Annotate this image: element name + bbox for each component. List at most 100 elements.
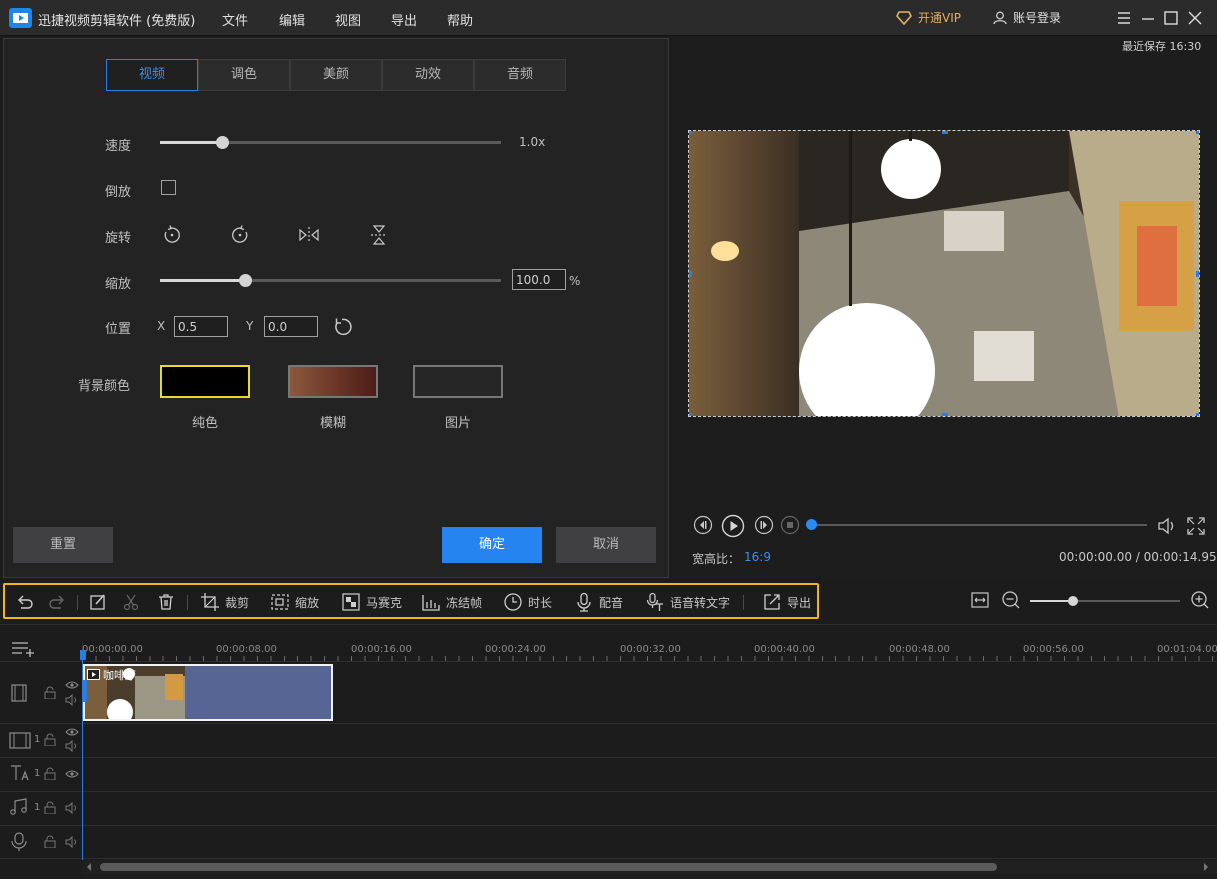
menu-export[interactable]: 导出 xyxy=(391,10,417,29)
video-clip[interactable]: 咖啡厅 xyxy=(83,664,333,721)
crop-button[interactable]: 裁剪 xyxy=(200,592,249,612)
play-icon[interactable] xyxy=(721,514,745,538)
resize-handle[interactable] xyxy=(942,131,948,134)
resize-handle[interactable] xyxy=(689,271,692,277)
undo-icon[interactable] xyxy=(14,592,34,612)
y-label: Y xyxy=(246,319,254,333)
bg-image-option[interactable] xyxy=(413,365,503,398)
tab-audio[interactable]: 音频 xyxy=(474,59,566,91)
add-track-icon[interactable] xyxy=(11,640,35,658)
scroll-right-icon[interactable] xyxy=(1204,863,1208,871)
lock-icon[interactable] xyxy=(44,686,56,699)
main-menu-icon[interactable] xyxy=(1114,8,1134,28)
timeline-zoom-slider[interactable] xyxy=(1030,594,1180,608)
flip-horizontal-icon[interactable] xyxy=(298,224,320,246)
clock-icon xyxy=(504,593,522,611)
tab-beauty[interactable]: 美颜 xyxy=(290,59,382,91)
tab-color[interactable]: 调色 xyxy=(198,59,290,91)
flip-vertical-icon[interactable] xyxy=(368,224,390,246)
delete-icon[interactable] xyxy=(156,592,176,612)
user-icon xyxy=(993,11,1007,24)
speaker-icon[interactable] xyxy=(65,802,79,814)
bg-solid-option[interactable] xyxy=(160,365,250,398)
volume-icon[interactable] xyxy=(1157,516,1179,536)
track-number: 1 xyxy=(34,768,41,779)
speaker-icon[interactable] xyxy=(65,694,79,706)
microphone-icon xyxy=(577,592,591,612)
video-frame[interactable] xyxy=(688,130,1200,417)
zoom-in-icon[interactable] xyxy=(1190,590,1210,610)
login-button[interactable]: 账号登录 xyxy=(993,9,1061,26)
zoom-slider-fill xyxy=(160,279,245,282)
eye-icon[interactable] xyxy=(65,727,79,737)
scroll-left-icon[interactable] xyxy=(87,863,91,871)
position-x-input[interactable] xyxy=(174,316,228,337)
playback-progress[interactable] xyxy=(806,518,1147,532)
vip-button[interactable]: 开通VIP xyxy=(896,9,961,26)
close-icon[interactable] xyxy=(1185,8,1205,28)
duration-button[interactable]: 时长 xyxy=(503,592,552,612)
cancel-button[interactable]: 取消 xyxy=(556,527,656,563)
app-title: 迅捷视频剪辑软件 (免费版) xyxy=(38,14,196,29)
timeline-tick: 00:00:56.00 xyxy=(1023,644,1084,655)
reverse-label: 倒放 xyxy=(105,185,132,200)
freeze-frame-icon xyxy=(422,595,440,611)
zoom-slider-knob[interactable] xyxy=(239,274,252,287)
resize-handle[interactable] xyxy=(689,131,692,134)
zoom-input[interactable] xyxy=(512,269,566,290)
rotate-right-icon[interactable] xyxy=(229,224,251,246)
prev-frame-icon[interactable] xyxy=(693,515,713,535)
menu-view[interactable]: 视图 xyxy=(335,10,361,29)
zoom-slider[interactable] xyxy=(160,272,501,288)
position-y-input[interactable] xyxy=(264,316,318,337)
freeze-frame-label: 冻结帧 xyxy=(446,595,483,610)
aspect-ratio-value[interactable]: 16:9 xyxy=(744,550,771,564)
eye-icon[interactable] xyxy=(65,680,79,690)
lock-icon[interactable] xyxy=(44,801,56,814)
dub-button[interactable]: 配音 xyxy=(574,592,623,612)
tab-video[interactable]: 视频 xyxy=(106,59,198,91)
freeze-frame-button[interactable]: 冻结帧 xyxy=(421,592,482,612)
scrollbar-thumb[interactable] xyxy=(100,863,997,871)
music-track xyxy=(0,791,1217,825)
reset-position-icon[interactable] xyxy=(332,316,354,338)
speed-slider[interactable] xyxy=(160,134,501,150)
playhead-marker[interactable] xyxy=(80,650,86,660)
timeline-tick: 00:00:08.00 xyxy=(216,644,277,655)
export-button[interactable]: 导出 xyxy=(762,592,811,612)
reverse-checkbox[interactable] xyxy=(161,180,176,195)
zoom-button[interactable]: 缩放 xyxy=(270,592,319,612)
playhead-knob[interactable] xyxy=(806,519,817,530)
timeline-zoom-knob[interactable] xyxy=(1068,596,1078,606)
menu-file[interactable]: 文件 xyxy=(222,10,248,29)
x-label: X xyxy=(157,319,166,333)
lock-icon[interactable] xyxy=(44,835,56,848)
eye-icon[interactable] xyxy=(65,769,79,779)
speaker-icon[interactable] xyxy=(65,740,79,752)
lock-icon[interactable] xyxy=(44,767,56,780)
fit-timeline-icon[interactable] xyxy=(970,590,990,610)
ok-button[interactable]: 确定 xyxy=(442,527,542,563)
stop-icon[interactable] xyxy=(780,515,800,535)
tab-motion[interactable]: 动效 xyxy=(382,59,474,91)
speech-to-text-button[interactable]: 语音转文字 xyxy=(645,592,730,612)
lock-icon[interactable] xyxy=(44,733,56,746)
zoom-out-icon[interactable] xyxy=(1001,590,1021,610)
bg-blur-option[interactable] xyxy=(288,365,378,398)
mosaic-label: 马赛克 xyxy=(366,595,403,610)
speed-slider-knob[interactable] xyxy=(216,136,229,149)
speaker-icon[interactable] xyxy=(65,836,79,848)
maximize-icon[interactable] xyxy=(1161,8,1181,28)
fullscreen-icon[interactable] xyxy=(1186,516,1206,536)
timeline-tick: 00:00:24.00 xyxy=(485,644,546,655)
mosaic-button[interactable]: 马赛克 xyxy=(341,592,402,612)
reset-button[interactable]: 重置 xyxy=(13,527,113,563)
menu-edit[interactable]: 编辑 xyxy=(279,10,305,29)
menu-help[interactable]: 帮助 xyxy=(447,10,473,29)
rotate-left-icon[interactable] xyxy=(161,224,183,246)
next-frame-icon[interactable] xyxy=(754,515,774,535)
music-track-icon xyxy=(10,798,27,815)
minimize-icon[interactable] xyxy=(1138,8,1158,28)
edit-icon[interactable] xyxy=(88,592,108,612)
timeline-scrollbar[interactable] xyxy=(82,860,1217,874)
